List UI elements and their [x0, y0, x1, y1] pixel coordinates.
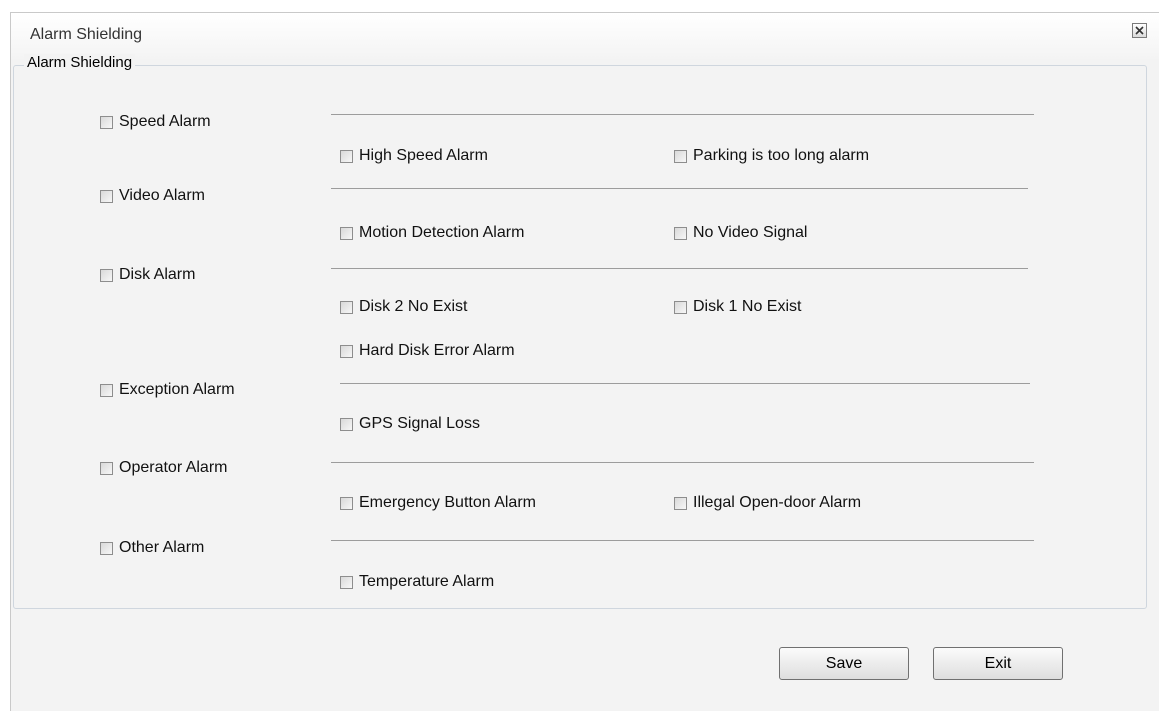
video-alarm-checkbox[interactable]: Video Alarm — [100, 187, 205, 205]
checkbox-box[interactable] — [340, 575, 353, 589]
checkbox-label: Temperature Alarm — [359, 573, 495, 590]
alarm-shielding-group — [13, 65, 1147, 609]
group-legend: Alarm Shielding — [24, 54, 136, 71]
checkbox-label: High Speed Alarm — [359, 147, 488, 164]
title-bar: Alarm Shielding — [11, 13, 1159, 59]
disk-alarm-checkbox[interactable]: Disk Alarm — [100, 266, 195, 284]
separator-speed — [331, 114, 1034, 115]
checkbox-label: Exception Alarm — [119, 381, 235, 398]
checkbox-label: Illegal Open-door Alarm — [693, 494, 862, 511]
checkbox-box[interactable] — [340, 300, 353, 314]
emergency-button-checkbox[interactable]: Emergency Button Alarm — [340, 494, 536, 512]
exit-button[interactable]: Exit — [933, 647, 1063, 680]
checkbox-box[interactable] — [340, 417, 353, 431]
checkbox-box[interactable] — [340, 496, 353, 510]
checkbox-label: Speed Alarm — [119, 113, 211, 130]
checkbox-label: GPS Signal Loss — [359, 415, 480, 432]
separator-other — [331, 540, 1034, 541]
separator-video — [331, 188, 1028, 189]
gps-signal-loss-checkbox[interactable]: GPS Signal Loss — [340, 415, 480, 433]
separator-operator — [331, 462, 1034, 463]
checkbox-box[interactable] — [100, 383, 113, 397]
checkbox-label: No Video Signal — [693, 224, 808, 241]
separator-disk — [331, 268, 1028, 269]
save-button[interactable]: Save — [779, 647, 909, 680]
checkbox-box[interactable] — [340, 149, 353, 163]
close-icon[interactable] — [1132, 23, 1147, 38]
checkbox-box[interactable] — [340, 344, 353, 358]
hard-disk-error-checkbox[interactable]: Hard Disk Error Alarm — [340, 342, 515, 360]
checkbox-label: Disk 1 No Exist — [693, 298, 802, 315]
checkbox-box[interactable] — [674, 496, 687, 510]
high-speed-alarm-checkbox[interactable]: High Speed Alarm — [340, 147, 488, 165]
disk2-no-exist-checkbox[interactable]: Disk 2 No Exist — [340, 298, 467, 316]
checkbox-box[interactable] — [100, 268, 113, 282]
checkbox-label: Disk Alarm — [119, 266, 196, 283]
checkbox-box[interactable] — [674, 226, 687, 240]
checkbox-box[interactable] — [674, 300, 687, 314]
checkbox-label: Operator Alarm — [119, 459, 228, 476]
checkbox-label: Disk 2 No Exist — [359, 298, 468, 315]
other-alarm-checkbox[interactable]: Other Alarm — [100, 539, 204, 557]
disk1-no-exist-checkbox[interactable]: Disk 1 No Exist — [674, 298, 801, 316]
checkbox-label: Parking is too long alarm — [693, 147, 870, 164]
operator-alarm-checkbox[interactable]: Operator Alarm — [100, 459, 227, 477]
checkbox-box[interactable] — [100, 115, 113, 129]
checkbox-label: Video Alarm — [119, 187, 205, 204]
checkbox-box[interactable] — [100, 541, 113, 555]
motion-detection-checkbox[interactable]: Motion Detection Alarm — [340, 224, 524, 242]
illegal-open-door-checkbox[interactable]: Illegal Open-door Alarm — [674, 494, 861, 512]
speed-alarm-checkbox[interactable]: Speed Alarm — [100, 113, 211, 131]
checkbox-box[interactable] — [100, 461, 113, 475]
checkbox-box[interactable] — [340, 226, 353, 240]
parking-too-long-checkbox[interactable]: Parking is too long alarm — [674, 147, 869, 165]
separator-exception — [340, 383, 1030, 384]
checkbox-box[interactable] — [674, 149, 687, 163]
checkbox-label: Emergency Button Alarm — [359, 494, 536, 511]
checkbox-label: Hard Disk Error Alarm — [359, 342, 515, 359]
no-video-signal-checkbox[interactable]: No Video Signal — [674, 224, 807, 242]
exception-alarm-checkbox[interactable]: Exception Alarm — [100, 381, 235, 399]
checkbox-label: Motion Detection Alarm — [359, 224, 525, 241]
dialog-title: Alarm Shielding — [30, 26, 143, 43]
temperature-alarm-checkbox[interactable]: Temperature Alarm — [340, 573, 494, 591]
checkbox-box[interactable] — [100, 189, 113, 203]
checkbox-label: Other Alarm — [119, 539, 205, 556]
